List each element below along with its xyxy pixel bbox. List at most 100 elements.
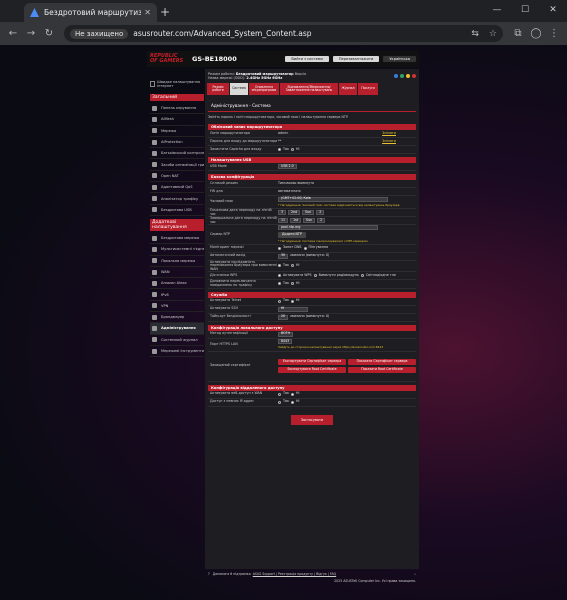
sidebar-item-adv-5[interactable]: IPv6 (150, 289, 204, 301)
sidebar-item-adv-7[interactable]: Брандмауер (150, 312, 204, 324)
sidebar-item-adv-0[interactable]: Бездротова мережа (150, 233, 204, 245)
translate-icon[interactable]: ⇆ (471, 29, 479, 39)
wps-radio-off-radio[interactable] (313, 274, 317, 278)
dst-end-month[interactable]: 11 (278, 218, 289, 224)
show-root-cert-button[interactable]: Показати Root Certificate (348, 367, 416, 373)
modify-login-link[interactable]: Змінити (382, 131, 396, 136)
back-icon[interactable]: ← (4, 28, 22, 39)
sidebar-item-adv-2[interactable]: Локальна мережа (150, 256, 204, 267)
language-select[interactable]: Українська (383, 56, 416, 62)
wps-led-label: Світлодіодне тло (365, 273, 396, 278)
maximize-icon[interactable]: ☐ (511, 0, 539, 20)
dst-start-hour[interactable]: 2 (316, 210, 325, 216)
usb-mode-select[interactable]: USB 2.0 (278, 164, 297, 169)
timezone-select[interactable]: (GMT+02:00) Київ (278, 197, 388, 202)
dst-start-month[interactable]: 3 (278, 210, 287, 216)
footer-links[interactable]: ASUS Support | Реєстрація продукту | Від… (253, 572, 336, 576)
export-root-cert-button[interactable]: Експортувати Root Certificate (278, 367, 346, 373)
notification-icon[interactable] (412, 74, 416, 78)
wan-yes-radio[interactable] (278, 392, 281, 396)
telnet-yes-radio[interactable] (278, 299, 281, 303)
menu-icon[interactable]: ⋮ (545, 28, 563, 39)
idle-timeout-input[interactable]: 20 (278, 314, 289, 320)
sidebar-item-gen-9[interactable]: Бездротова USB (150, 205, 204, 216)
tab-3[interactable]: Відновлення/Збереження/Завантаження нала… (280, 83, 338, 95)
fw-label: FW для (210, 188, 223, 193)
captcha-no-radio[interactable] (291, 148, 295, 151)
sidebar-item-adv-1[interactable]: Мультисистемні з'єднання (150, 244, 204, 256)
auto-logout-input[interactable]: 30 (278, 253, 289, 259)
browser-tab[interactable]: Бездротовий маршрутизатор A✕ (24, 3, 157, 22)
modify-password-link[interactable]: Змінити (382, 139, 396, 144)
forward-icon[interactable]: → (22, 28, 40, 39)
sidebar-item-gen-4[interactable]: Батьківський контроль (150, 148, 204, 160)
apply-button[interactable]: Застосувати (290, 414, 334, 425)
show-server-cert-button[interactable]: Показати Сертифікат сервера (348, 359, 416, 366)
sidebar-item-adv-9[interactable]: Системний журнал (150, 335, 204, 346)
add-ntp-button[interactable]: Додати NTP (278, 232, 306, 238)
sidebar-item-adv-10[interactable]: Мережеві інструменти (150, 346, 204, 358)
address-bar[interactable]: Не захищено asusrouter.com/Advanced_Syst… (64, 25, 503, 42)
close-window-icon[interactable]: ✕ (539, 0, 567, 20)
dst-start-week[interactable]: 2nd (288, 210, 301, 216)
bookmark-star-icon[interactable]: ☆ (489, 29, 497, 39)
redirect-no-radio[interactable] (291, 264, 295, 268)
sidebar-item-adv-8[interactable]: Адміністрування (150, 323, 204, 335)
sidebar-item-adv-4[interactable]: Amazon Alexa (150, 278, 204, 290)
redirect-yes-radio[interactable] (278, 264, 281, 268)
tab-5[interactable]: Послуги (358, 83, 378, 95)
auth-method-select[interactable]: BOTH (278, 331, 293, 337)
profile-icon[interactable]: ◯ (527, 28, 545, 39)
sidebar-item-gen-2[interactable]: Мережа (150, 126, 204, 137)
sidebar-item-gen-5[interactable]: Засоби оптимізації гри (150, 159, 204, 171)
quick-setup[interactable]: Швидке налаштування інтернет (150, 80, 204, 88)
wps-activate-radio[interactable] (278, 274, 281, 278)
minimize-icon[interactable]: — (483, 0, 511, 20)
notify-no-radio[interactable] (291, 282, 295, 286)
dst-end-hour[interactable]: 2 (317, 218, 326, 224)
sidebar-item-gen-0[interactable]: Панель керування (150, 103, 204, 115)
dns-check[interactable] (278, 246, 281, 250)
tab-4[interactable]: Журнал (339, 83, 357, 95)
reboot-button[interactable]: Перезавантажити (332, 56, 380, 62)
dst-end-week[interactable]: 1st (290, 218, 302, 224)
close-tab-icon[interactable]: ✕ (144, 8, 151, 17)
sidebar-item-gen-1[interactable]: AiMesh (150, 114, 204, 126)
new-tab-icon[interactable]: + (160, 5, 170, 19)
reload-icon[interactable]: ↻ (40, 28, 58, 39)
notify-yes-radio[interactable] (278, 282, 281, 286)
sidebar-item-gen-3[interactable]: AiProtection (150, 137, 204, 149)
sidebar-item-gen-7[interactable]: Адаптивний QoS (150, 182, 204, 194)
ntp-input[interactable]: pool.ntp.org (278, 225, 378, 231)
internet-status-icon[interactable] (400, 74, 404, 78)
ip-yes-radio[interactable] (278, 400, 281, 404)
dst-start-day[interactable]: Sun (302, 210, 315, 216)
sidebar-item-adv-3[interactable]: WAN (150, 267, 204, 279)
usb-status-icon[interactable] (394, 74, 398, 78)
help-icon: ? (208, 572, 210, 576)
https-port-note[interactable]: Зайдіть до сторінки налаштування через h… (278, 346, 383, 350)
https-port-input[interactable]: 8443 (278, 339, 293, 345)
tab-2[interactable]: Оновлення мікропрограми (249, 83, 279, 95)
security-badge[interactable]: Не захищено (70, 28, 129, 39)
page-title: Адміністрування - Система (208, 97, 416, 112)
wps-led-radio[interactable] (360, 274, 364, 278)
dst-end-day[interactable]: Sun (303, 218, 316, 224)
sidebar-item-gen-6[interactable]: Open NAT (150, 171, 204, 183)
export-server-cert-button[interactable]: Експортувати Сертифікат сервера (278, 359, 346, 366)
help-label[interactable]: Допомога й підтримка (213, 572, 253, 576)
sidebar-item-adv-6[interactable]: VPN (150, 301, 204, 313)
tab-1[interactable]: Система (230, 83, 248, 95)
firmware-status-icon[interactable] (406, 74, 410, 78)
tab-0[interactable]: Режим роботи (207, 83, 229, 95)
extensions-icon[interactable]: ⧉ (509, 28, 527, 39)
ping-check[interactable] (303, 246, 307, 250)
wan-no-radio[interactable] (291, 392, 295, 396)
search-icon[interactable]: ⌕ (414, 572, 416, 576)
sidebar-item-gen-8[interactable]: Аналізатор трафіку (150, 193, 204, 205)
captcha-yes-radio[interactable] (278, 148, 281, 151)
ip-no-radio[interactable] (291, 400, 295, 404)
telnet-no-radio[interactable] (291, 299, 295, 303)
ssh-select[interactable]: Ні (278, 306, 308, 312)
logout-button[interactable]: Вийти з системи (285, 56, 329, 62)
